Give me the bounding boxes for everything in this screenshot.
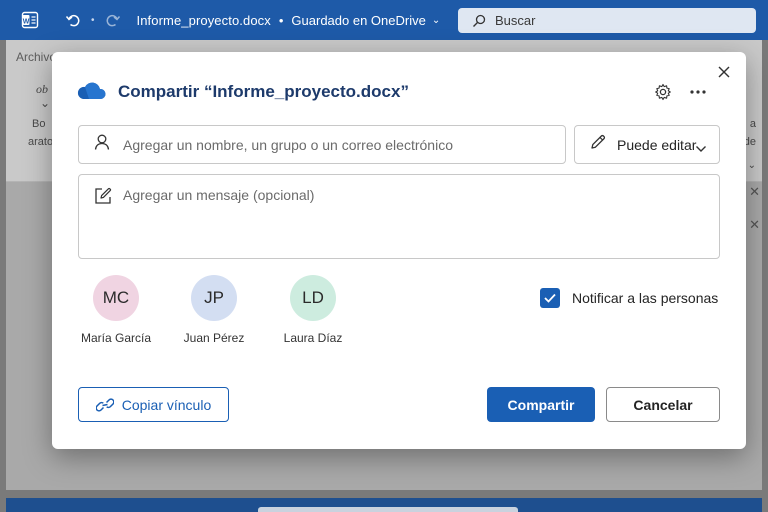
search-box[interactable]: Buscar <box>458 8 756 33</box>
chevron-down-icon: ⌄ <box>747 160 756 171</box>
person-icon <box>93 133 111 156</box>
close-icon: ✕ <box>749 217 760 232</box>
copy-link-button[interactable]: Copiar vínculo <box>78 387 229 422</box>
save-status[interactable]: Guardado en OneDrive <box>291 13 425 28</box>
chevron-down-icon[interactable]: ⌄ <box>432 15 440 26</box>
ribbon-fragment: Bo <box>32 118 46 130</box>
message-input[interactable] <box>123 187 703 249</box>
ribbon-fragment: a <box>749 118 756 130</box>
ribbon-tab-file: Archivo <box>16 50 57 64</box>
title-bar: W • Informe_proyecto.docx • Guardado en … <box>0 0 768 40</box>
close-icon: ✕ <box>749 184 760 199</box>
recipient-person[interactable]: MC María García <box>66 275 166 345</box>
avatar: MC <box>93 275 139 321</box>
avatar: JP <box>191 275 237 321</box>
share-button[interactable]: Compartir <box>487 387 595 422</box>
ribbon-fragment: arato <box>28 136 54 148</box>
permission-dropdown[interactable]: Puede editar <box>574 125 720 164</box>
undo-dropdown-icon[interactable]: • <box>91 15 95 26</box>
copy-link-label: Copiar vínculo <box>121 396 212 413</box>
person-name: María García <box>80 331 152 345</box>
more-options-icon[interactable] <box>688 82 708 102</box>
redo-icon[interactable] <box>103 10 123 30</box>
pencil-icon <box>589 133 607 156</box>
svg-text:W: W <box>23 19 30 26</box>
cancel-button[interactable]: Cancelar <box>606 387 720 422</box>
second-window-titlebar <box>6 498 762 512</box>
message-edit-icon <box>93 186 113 211</box>
close-icon[interactable] <box>714 62 734 82</box>
person-name: Juan Pérez <box>183 331 245 345</box>
title-separator: • <box>278 12 284 28</box>
gear-icon[interactable] <box>653 82 673 102</box>
permission-label: Puede editar <box>617 136 697 153</box>
recipient-person[interactable]: LD Laura Díaz <box>263 275 363 345</box>
notify-people-checkbox[interactable]: Notificar a las personas <box>540 288 718 308</box>
recipients-input[interactable] <box>123 136 565 153</box>
word-icon[interactable]: W <box>19 9 41 31</box>
link-icon <box>95 397 114 412</box>
dialog-title: Compartir “Informe_proyecto.docx” <box>118 82 409 101</box>
share-dialog: Compartir “Informe_proyecto.docx” Puede … <box>52 52 746 449</box>
onedrive-cloud-icon <box>75 79 107 103</box>
message-box[interactable] <box>78 174 720 259</box>
chevron-down-icon: ⌄ <box>40 96 51 110</box>
undo-icon[interactable] <box>63 10 83 30</box>
avatar: LD <box>290 275 336 321</box>
person-name: Laura Díaz <box>283 331 343 345</box>
document-filename[interactable]: Informe_proyecto.docx <box>137 13 271 28</box>
checkmark-icon[interactable] <box>540 288 560 308</box>
ribbon-fragment: ob <box>36 82 48 96</box>
search-placeholder: Buscar <box>495 13 536 28</box>
chevron-down-icon <box>695 140 707 158</box>
search-icon <box>473 14 486 27</box>
search-box <box>258 507 518 512</box>
recipient-person[interactable]: JP Juan Pérez <box>164 275 264 345</box>
recipients-input-box[interactable] <box>78 125 566 164</box>
notify-people-label: Notificar a las personas <box>572 290 719 306</box>
